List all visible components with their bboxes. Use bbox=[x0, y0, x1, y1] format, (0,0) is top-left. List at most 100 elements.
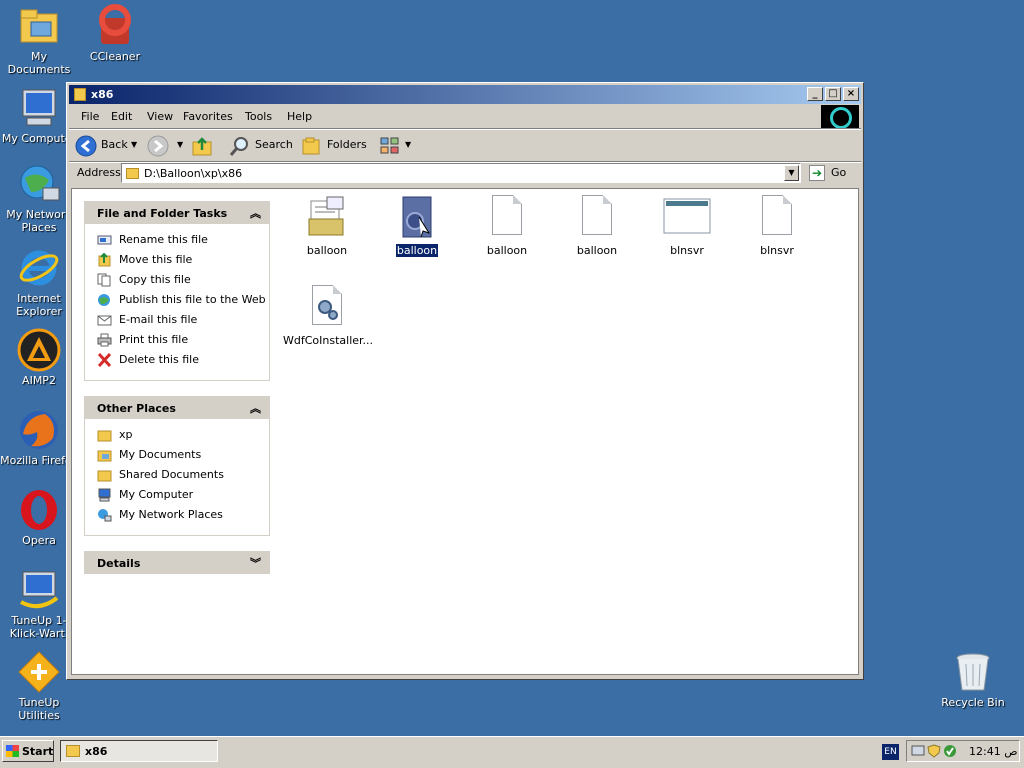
check-tray-icon bbox=[944, 745, 956, 757]
menu-edit[interactable]: Edit bbox=[111, 110, 132, 123]
folder-icon bbox=[74, 88, 86, 101]
place-xp[interactable]: xp bbox=[85, 425, 269, 445]
collapse-icon[interactable]: ︽ bbox=[250, 400, 261, 416]
window-title: x86 bbox=[91, 88, 114, 101]
aimp2-icon bbox=[17, 328, 61, 372]
taskbar-item-x86[interactable]: x86 bbox=[60, 740, 218, 762]
place-shared-documents[interactable]: Shared Documents bbox=[85, 465, 269, 485]
taskbar-item-label: x86 bbox=[85, 745, 108, 758]
task-publish[interactable]: Publish this file to the Web bbox=[85, 290, 269, 310]
chevron-down-icon[interactable]: ▼ bbox=[131, 133, 137, 157]
file-name: balloon bbox=[486, 244, 528, 257]
file-name: blnsvr bbox=[760, 244, 794, 257]
collapse-icon[interactable]: ︽ bbox=[250, 205, 261, 221]
title-bar[interactable]: x86 _ □ × bbox=[69, 85, 861, 104]
place-my-computer[interactable]: My Computer bbox=[85, 485, 269, 505]
network-places-icon bbox=[17, 162, 61, 206]
my-computer-icon bbox=[17, 86, 61, 130]
up-folder-button[interactable] bbox=[191, 133, 217, 157]
my-documents-icon bbox=[17, 4, 61, 48]
folder-icon bbox=[97, 430, 112, 442]
desktop-icon-ccleaner[interactable]: CCleaner bbox=[76, 4, 154, 63]
views-button[interactable]: ▼ bbox=[379, 133, 415, 157]
desktop-icon-recycle-bin[interactable]: Recycle Bin bbox=[934, 650, 1012, 709]
folder-icon bbox=[66, 745, 80, 757]
folder-icon bbox=[126, 168, 139, 179]
file-item[interactable]: balloon bbox=[552, 195, 642, 257]
back-arrow-icon bbox=[75, 135, 97, 157]
folders-button[interactable]: Folders bbox=[301, 133, 367, 157]
desktop-icon-label: TuneUp Utilities bbox=[18, 696, 60, 722]
printer-icon bbox=[97, 333, 112, 347]
file-name: blnsvr bbox=[670, 244, 704, 257]
menu-view[interactable]: View bbox=[147, 110, 173, 123]
task-move[interactable]: Move this file bbox=[85, 250, 269, 270]
address-input[interactable]: D:\Balloon\xp\x86 ▼ bbox=[121, 163, 801, 183]
file-item[interactable]: balloon bbox=[462, 195, 552, 257]
file-item[interactable]: blnsvr bbox=[732, 195, 822, 257]
start-button[interactable]: Start bbox=[2, 740, 54, 762]
task-rename[interactable]: Rename this file bbox=[85, 230, 269, 250]
menu-help[interactable]: Help bbox=[287, 110, 312, 123]
file-item[interactable]: balloon bbox=[282, 195, 372, 257]
views-icon bbox=[380, 137, 399, 154]
menu-favorites[interactable]: Favorites bbox=[183, 110, 233, 123]
go-button[interactable]: ➔ Go bbox=[807, 163, 857, 183]
maximize-button[interactable]: □ bbox=[825, 87, 841, 101]
taskbar: Start x86 EN 12:41 ص bbox=[0, 736, 1024, 768]
panel-title: File and Folder Tasks bbox=[97, 207, 228, 220]
ccleaner-icon bbox=[93, 4, 137, 48]
address-dropdown-button[interactable]: ▼ bbox=[784, 165, 799, 181]
up-folder-icon bbox=[192, 137, 212, 156]
desktop-icon-label: CCleaner bbox=[89, 50, 141, 63]
system-file-icon bbox=[397, 195, 437, 239]
panel-header[interactable]: Details ︾ bbox=[85, 552, 269, 574]
file-name: WdfCoInstaller... bbox=[283, 334, 374, 347]
panel-title: Other Places bbox=[97, 402, 176, 415]
chevron-down-icon[interactable]: ▼ bbox=[405, 133, 411, 157]
task-label: Copy this file bbox=[119, 273, 191, 286]
file-item[interactable]: WdfCoInstaller... bbox=[282, 285, 374, 347]
place-my-documents[interactable]: My Documents bbox=[85, 445, 269, 465]
minimize-button[interactable]: _ bbox=[807, 87, 823, 101]
windows-flag-icon bbox=[6, 745, 19, 757]
forward-button[interactable]: ▼ bbox=[147, 133, 187, 157]
search-button[interactable]: Search bbox=[229, 133, 293, 157]
close-button[interactable]: × bbox=[843, 87, 859, 101]
desktop-icon-my-documents[interactable]: My Documents bbox=[0, 4, 78, 76]
back-button[interactable]: Back ▼ bbox=[75, 133, 143, 157]
task-print[interactable]: Print this file bbox=[85, 330, 269, 350]
expand-icon[interactable]: ︾ bbox=[250, 555, 261, 571]
place-label: My Network Places bbox=[119, 508, 223, 521]
panel-header[interactable]: File and Folder Tasks ︽ bbox=[85, 202, 269, 224]
folder-view: File and Folder Tasks ︽ Rename this file… bbox=[71, 188, 859, 675]
task-email[interactable]: E-mail this file bbox=[85, 310, 269, 330]
panel-title: Details bbox=[97, 557, 141, 570]
opera-icon bbox=[17, 488, 61, 532]
place-label: My Documents bbox=[119, 448, 202, 461]
shared-folder-icon bbox=[97, 470, 112, 482]
generic-file-icon bbox=[757, 195, 797, 239]
file-name: balloon bbox=[306, 244, 348, 257]
chevron-down-icon[interactable]: ▼ bbox=[177, 133, 183, 157]
search-icon bbox=[229, 137, 248, 156]
task-delete[interactable]: Delete this file bbox=[85, 350, 269, 370]
windows-throbber-logo bbox=[821, 105, 859, 129]
task-copy[interactable]: Copy this file bbox=[85, 270, 269, 290]
go-label: Go bbox=[831, 166, 847, 179]
task-label: Publish this file to the Web bbox=[119, 293, 266, 306]
search-label: Search bbox=[255, 138, 293, 151]
language-indicator[interactable]: EN bbox=[882, 744, 899, 760]
internet-explorer-icon bbox=[17, 246, 61, 290]
publish-web-icon bbox=[98, 294, 110, 306]
file-item-selected[interactable]: balloon bbox=[372, 195, 462, 258]
move-icon bbox=[98, 253, 111, 267]
place-my-network-places[interactable]: My Network Places bbox=[85, 505, 269, 525]
network-tray-icon bbox=[911, 745, 925, 756]
menu-tools[interactable]: Tools bbox=[245, 110, 272, 123]
file-item[interactable]: blnsvr bbox=[642, 195, 732, 257]
desktop-icon-label: Recycle Bin bbox=[941, 696, 1005, 709]
panel-header[interactable]: Other Places ︽ bbox=[85, 397, 269, 419]
place-label: My Computer bbox=[119, 488, 194, 501]
menu-file[interactable]: File bbox=[81, 110, 99, 123]
